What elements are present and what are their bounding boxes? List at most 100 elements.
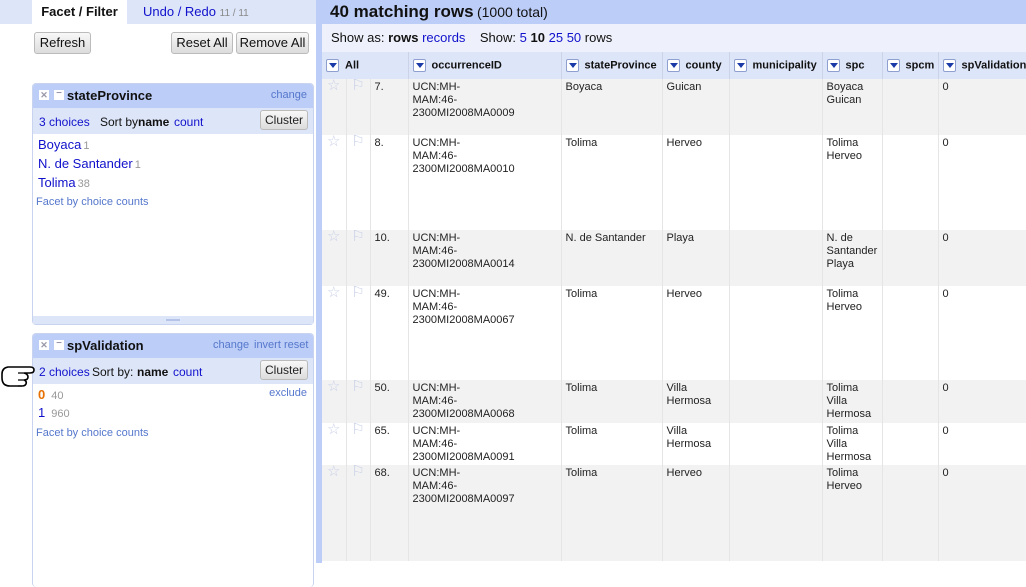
flag-icon[interactable]: ⚐ [346, 285, 371, 380]
facet-choice[interactable]: Tolima 38 [38, 175, 90, 190]
cell-stateprovince[interactable]: Tolima [561, 286, 663, 380]
cell-spvalidation[interactable]: 0 [938, 230, 1026, 286]
cell-spvalidation[interactable]: 0 [938, 286, 1026, 380]
cell-spcm[interactable] [882, 380, 939, 423]
cell-municipality[interactable] [729, 230, 823, 286]
show-rows-mode[interactable]: rows [388, 30, 418, 45]
remove-all-button[interactable]: Remove All [236, 32, 309, 54]
facet-choices-link[interactable]: 2 choices [39, 365, 90, 379]
facet-resize-handle[interactable] [33, 316, 313, 324]
column-menu-icon[interactable] [886, 59, 900, 72]
sort-by-name[interactable]: name [138, 115, 169, 129]
cell-spvalidation[interactable]: 0 [938, 380, 1026, 423]
cluster-button[interactable]: Cluster [260, 110, 308, 130]
cell-municipality[interactable] [729, 380, 823, 423]
cell-occurrenceid[interactable]: UCN:MH- MAM:46-2300MI2008MA0097 [408, 465, 562, 561]
column-menu-icon[interactable] [733, 59, 747, 72]
reset-all-button[interactable]: Reset All [171, 32, 233, 54]
cell-occurrenceid[interactable]: UCN:MH- MAM:46-2300MI2008MA0009 [408, 79, 562, 135]
cell-county[interactable]: Villa Hermosa [662, 380, 730, 423]
cell-municipality[interactable] [729, 286, 823, 380]
cell-spvalidation[interactable]: 0 [938, 423, 1026, 465]
column-header-occurrenceid[interactable]: occurrenceID [408, 52, 562, 79]
refresh-button[interactable]: Refresh [34, 32, 91, 54]
sort-by-count[interactable]: count [173, 365, 202, 379]
cell-spcm[interactable] [882, 465, 939, 561]
star-icon[interactable]: ☆ [322, 134, 347, 230]
facet-change-link[interactable]: change [213, 339, 249, 351]
cell-spc[interactable]: Tolima Herveo [822, 465, 883, 561]
star-icon[interactable]: ☆ [322, 78, 347, 135]
column-header-stateprovince[interactable]: stateProvince [561, 52, 663, 79]
cell-spc[interactable]: Tolima Villa Hermosa [822, 380, 883, 423]
page-size-50[interactable]: 50 [567, 30, 581, 45]
page-size-5[interactable]: 5 [520, 30, 527, 45]
column-menu-icon[interactable] [565, 59, 579, 72]
star-icon[interactable]: ☆ [322, 229, 347, 286]
facet-by-choice-counts-link[interactable]: Facet by choice counts [36, 196, 149, 208]
cell-stateprovince[interactable]: N. de Santander [561, 230, 663, 286]
cell-occurrenceid[interactable]: UCN:MH- MAM:46-2300MI2008MA0068 [408, 380, 562, 423]
flag-icon[interactable]: ⚐ [346, 464, 371, 561]
cell-stateprovince[interactable]: Tolima [561, 423, 663, 465]
flag-icon[interactable]: ⚐ [346, 134, 371, 230]
facet-choice[interactable]: N. de Santander 1 [38, 156, 141, 171]
flag-icon[interactable]: ⚐ [346, 229, 371, 286]
cell-municipality[interactable] [729, 135, 823, 230]
star-icon[interactable]: ☆ [322, 464, 347, 561]
cell-spc[interactable]: Boyaca Guican [822, 79, 883, 135]
flag-icon[interactable]: ⚐ [346, 78, 371, 135]
cell-county[interactable]: Herveo [662, 465, 730, 561]
facet-minimize-icon[interactable]: − [54, 339, 64, 350]
column-header-spc[interactable]: spc [822, 52, 883, 79]
star-icon[interactable]: ☆ [322, 379, 347, 423]
cell-county[interactable]: Guican [662, 79, 730, 135]
sort-by-name[interactable]: name [137, 365, 168, 379]
column-header-all[interactable]: All [322, 52, 409, 79]
column-header-municipality[interactable]: municipality [729, 52, 823, 79]
cell-occurrenceid[interactable]: UCN:MH- MAM:46-2300MI2008MA0014 [408, 230, 562, 286]
flag-icon[interactable]: ⚐ [346, 379, 371, 423]
star-icon[interactable]: ☆ [322, 422, 347, 465]
cell-stateprovince[interactable]: Boyaca [561, 79, 663, 135]
column-menu-icon[interactable] [826, 59, 840, 72]
facet-choices-link[interactable]: 3 choices [39, 115, 90, 129]
cell-county[interactable]: Herveo [662, 286, 730, 380]
page-size-25[interactable]: 25 [549, 30, 563, 45]
column-header-spcm[interactable]: spcm [882, 52, 939, 79]
cell-county[interactable]: Villa Hermosa [662, 423, 730, 465]
column-menu-icon[interactable] [666, 59, 680, 72]
star-icon[interactable]: ☆ [322, 285, 347, 380]
facet-change-link[interactable]: change [271, 89, 307, 101]
facet-choice[interactable]: Boyaca 1 [38, 137, 90, 152]
column-menu-icon[interactable] [942, 59, 956, 72]
column-header-spvalidation[interactable]: spValidation [938, 52, 1026, 79]
cell-stateprovince[interactable]: Tolima [561, 380, 663, 423]
cell-spvalidation[interactable]: 0 [938, 79, 1026, 135]
cell-spc[interactable]: Tolima Herveo [822, 135, 883, 230]
cluster-button[interactable]: Cluster [260, 360, 308, 380]
flag-icon[interactable]: ⚐ [346, 422, 371, 465]
sort-by-count[interactable]: count [174, 115, 203, 129]
exclude-link[interactable]: exclude [269, 387, 307, 399]
cell-spc[interactable]: Tolima Villa Hermosa [822, 423, 883, 465]
cell-spc[interactable]: Tolima Herveo [822, 286, 883, 380]
cell-municipality[interactable] [729, 465, 823, 561]
facet-reset-link[interactable]: reset [284, 339, 308, 351]
show-records-mode[interactable]: records [422, 30, 465, 45]
cell-stateprovince[interactable]: Tolima [561, 135, 663, 230]
cell-spcm[interactable] [882, 135, 939, 230]
cell-spc[interactable]: N. de Santander Playa [822, 230, 883, 286]
cell-municipality[interactable] [729, 423, 823, 465]
column-header-county[interactable]: county [662, 52, 730, 79]
facet-invert-link[interactable]: invert [254, 339, 281, 351]
cell-spcm[interactable] [882, 423, 939, 465]
facet-by-choice-counts-link[interactable]: Facet by choice counts [36, 427, 149, 439]
cell-county[interactable]: Herveo [662, 135, 730, 230]
cell-occurrenceid[interactable]: UCN:MH- MAM:46-2300MI2008MA0010 [408, 135, 562, 230]
facet-close-icon[interactable]: ✕ [39, 340, 49, 350]
cell-spvalidation[interactable]: 0 [938, 465, 1026, 561]
cell-spcm[interactable] [882, 79, 939, 135]
facet-minimize-icon[interactable]: − [54, 89, 64, 100]
column-menu-icon[interactable] [326, 59, 339, 72]
